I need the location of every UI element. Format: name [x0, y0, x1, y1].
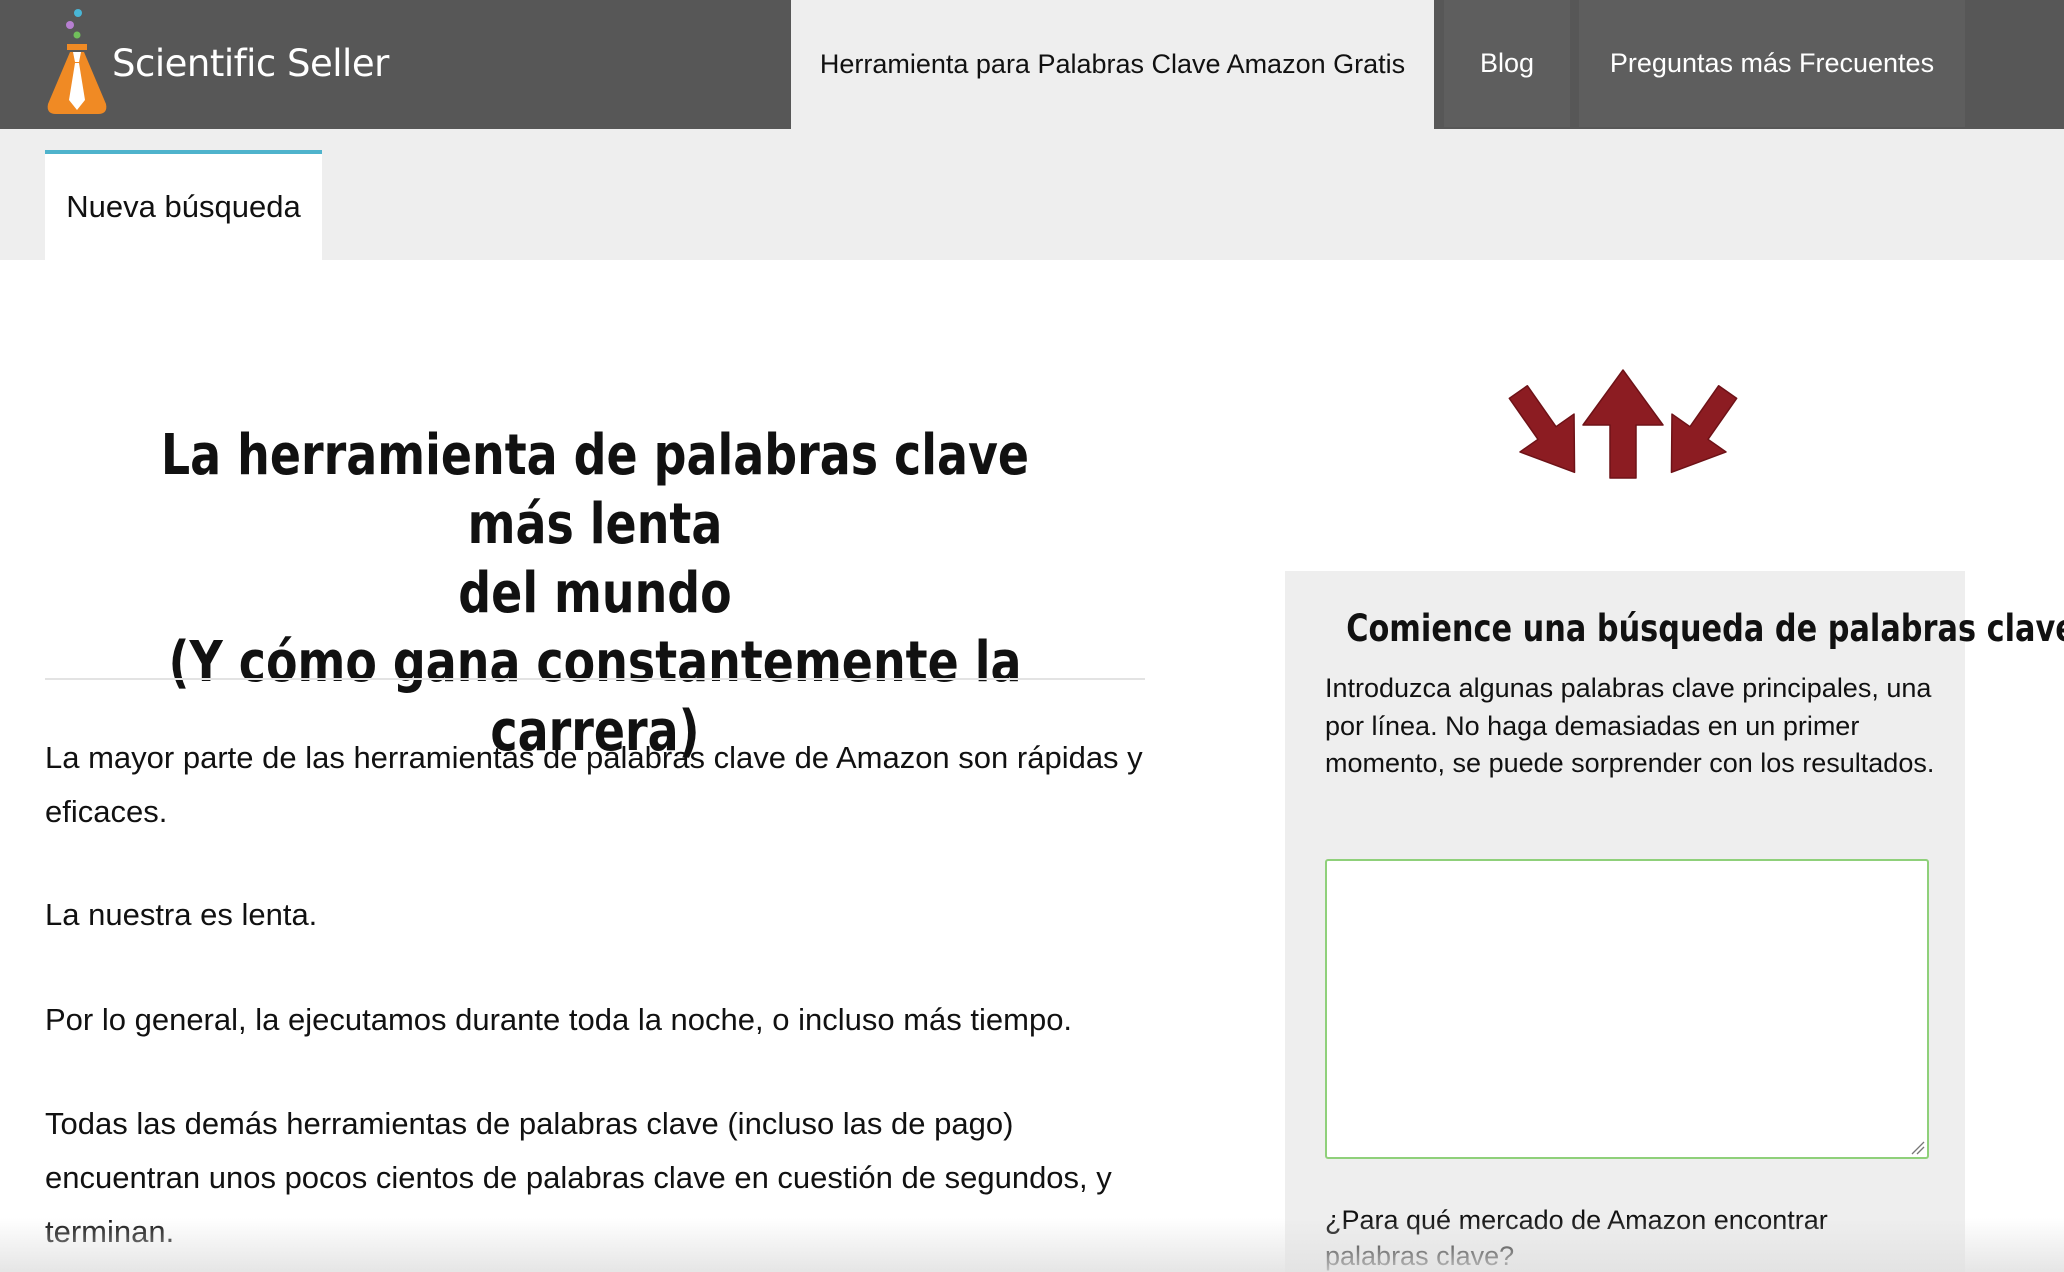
- article-paragraph: Por lo general, la ejecutamos durante to…: [45, 1002, 1073, 1037]
- brand-logo-link[interactable]: Scientific Seller: [44, 6, 444, 124]
- marketplace-label: ¿Para qué mercado de Amazon encontrar pa…: [1325, 1205, 1828, 1271]
- title-divider: [45, 678, 1145, 680]
- nav-faq[interactable]: Preguntas más Frecuentes: [1579, 0, 1965, 127]
- tab-new-search[interactable]: Nueva búsqueda: [45, 150, 322, 260]
- nav-blog[interactable]: Blog: [1444, 0, 1570, 127]
- article-paragraph: La nuestra es lenta.: [45, 897, 318, 932]
- card-instructions: Introduzca algunas palabras clave princi…: [1325, 673, 1935, 778]
- keyword-search-card: Comience una búsqueda de palabras clave …: [1285, 571, 2064, 1272]
- keywords-input[interactable]: [1325, 859, 1929, 1159]
- top-navbar: Scientific Seller Herramienta para Palab…: [0, 0, 2064, 129]
- card-title: Comience una búsqueda de palabras clave: [1346, 607, 2064, 650]
- three-down-arrows-icon: [1508, 369, 1738, 479]
- flask-necktie-logo-icon: [47, 9, 107, 114]
- page-title-line: del mundo: [458, 561, 732, 626]
- subtab-bar: Nueva búsqueda: [0, 129, 2064, 260]
- page-title-line: La herramienta de palabras clave más len…: [160, 423, 1030, 557]
- nav-keyword-tool[interactable]: Herramienta para Palabras Clave Amazon G…: [791, 0, 1434, 129]
- brand-name: Scientific Seller: [112, 42, 389, 85]
- article-paragraph: La mayor parte de las herramientas de pa…: [45, 740, 1143, 829]
- article-paragraph: Todas las demás herramientas de palabras…: [45, 1106, 1112, 1249]
- page-title: La herramienta de palabras clave más len…: [144, 421, 1046, 766]
- page: Scientific Seller Herramienta para Palab…: [0, 0, 2064, 1272]
- resize-grip-icon[interactable]: [1909, 1139, 1925, 1155]
